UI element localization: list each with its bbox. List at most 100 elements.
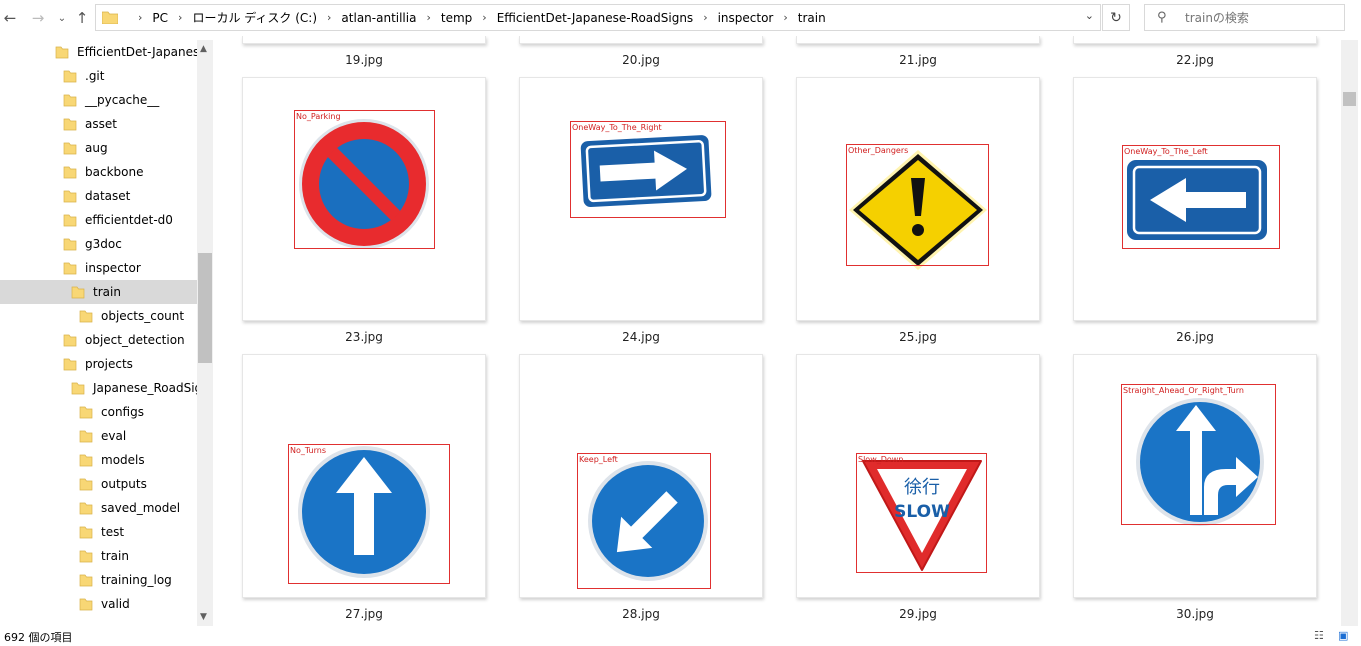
back-button[interactable]: ← [0,8,20,28]
sidebar-item-efficientdet-d0[interactable]: efficientdet-d0 [0,208,197,232]
sidebar-item-train[interactable]: train [0,280,197,304]
sidebar-item-dataset[interactable]: dataset [0,184,197,208]
sidebar-item-label: eval [101,429,127,443]
file-name: 21.jpg [899,53,937,67]
forward-button[interactable]: → [28,8,48,28]
folder-icon [79,550,93,563]
sidebar-item-outputs[interactable]: outputs [0,472,197,496]
file-thumbnail[interactable] [1073,36,1317,44]
file-name: 19.jpg [345,53,383,67]
large-icons-view-icon[interactable]: ▣ [1338,629,1352,642]
bounding-box: Slow_Down [856,453,987,573]
file-thumbnail[interactable] [796,36,1040,44]
file-name: 20.jpg [622,53,660,67]
sidebar-item-saved-model[interactable]: saved_model [0,496,197,520]
file-name: 22.jpg [1176,53,1214,67]
recent-locations-button[interactable]: ⌄ [52,8,72,28]
sidebar-scroll-thumb[interactable] [198,253,212,363]
sidebar-item-git[interactable]: .git [0,64,197,88]
sidebar-item-valid[interactable]: valid [0,592,197,616]
navigation-pane: EfficientDet-Japanese-R .git __pycache__ as… [0,40,213,626]
sidebar-scrollbar[interactable]: ▲ ▼ [197,40,213,626]
file-tile-30[interactable]: Straight_Ahead_Or_Right_Turn [1073,354,1317,598]
bbox-label: Keep_Left [579,455,618,464]
sidebar-item-inspector[interactable]: inspector [0,256,197,280]
address-bar[interactable]: › PC › ローカル ディスク (C:) › atlan-antillia ›… [95,4,1101,31]
sidebar-item-projects[interactable]: projects [0,352,197,376]
file-name: 28.jpg [622,607,660,621]
sidebar-item-train[interactable]: train [0,544,197,568]
breadcrumb-inspector[interactable]: inspector [718,11,774,25]
folder-icon [79,454,93,467]
sidebar-item-backbone[interactable]: backbone [0,160,197,184]
sidebar-item-configs[interactable]: configs [0,400,197,424]
search-input[interactable] [1183,8,1337,28]
up-button[interactable]: ↑ [72,8,92,28]
sidebar-item-label: training_log [101,573,172,587]
sidebar-item-training-log[interactable]: training_log [0,568,197,592]
sidebar-item-label: train [93,285,121,299]
sidebar-item-efficientdet-japanese-r[interactable]: EfficientDet-Japanese-R [0,40,213,64]
file-tile-24[interactable]: OneWay_To_The_Right [519,77,763,321]
arrow-left-icon: ← [3,9,17,27]
file-tile-26[interactable]: OneWay_To_The_Left [1073,77,1317,321]
file-name: 23.jpg [345,330,383,344]
sidebar-item-label: EfficientDet-Japanese-R [77,45,213,59]
refresh-button[interactable]: ↻ [1102,4,1130,31]
sidebar-item-eval[interactable]: eval [0,424,197,448]
sidebar-item-label: inspector [85,261,141,275]
bounding-box: OneWay_To_The_Right [570,121,726,218]
sidebar-item-asset[interactable]: asset [0,112,197,136]
sidebar-item-japanese-roadsigns[interactable]: Japanese_RoadSigns [0,376,213,400]
folder-icon [63,118,77,131]
folder-icon [63,214,77,227]
breadcrumb-local-disk[interactable]: ローカル ディスク (C:) [192,9,317,26]
file-tile-23[interactable]: No_Parking [242,77,486,321]
file-tile-28[interactable]: Keep_Left [519,354,763,598]
address-dropdown-icon[interactable]: ⌄ [1085,9,1094,22]
folder-icon [79,478,93,491]
breadcrumb-atlan-antillia[interactable]: atlan-antillia [341,11,416,25]
sidebar-item-object-detection[interactable]: object_detection [0,328,197,352]
folder-icon [63,190,77,203]
sidebar-item-pycache[interactable]: __pycache__ [0,88,197,112]
folder-icon [63,334,77,347]
sidebar-item-test[interactable]: test [0,520,197,544]
file-thumbnail[interactable] [519,36,763,44]
folder-icon [79,574,93,587]
sidebar-item-label: configs [101,405,144,419]
main-scrollbar[interactable] [1341,40,1358,626]
file-view: 19.jpg 20.jpg 21.jpg 22.jpg No_Parking 2… [213,36,1339,626]
bbox-label: Straight_Ahead_Or_Right_Turn [1123,386,1244,395]
sidebar-item-label: projects [85,357,133,371]
sidebar-item-objects-count[interactable]: objects_count [0,304,197,328]
breadcrumb-separator: › [138,11,143,24]
bounding-box: No_Turns [288,444,450,584]
sidebar-item-label: train [101,549,129,563]
sidebar-item-label: objects_count [101,309,185,323]
main-scroll-thumb[interactable] [1343,92,1356,106]
details-view-icon[interactable]: ☷ [1314,629,1328,642]
scroll-up-icon[interactable]: ▲ [200,44,207,54]
breadcrumb-temp[interactable]: temp [441,11,472,25]
bbox-label: No_Parking [296,112,341,121]
sidebar-item-aug[interactable]: aug [0,136,197,160]
arrow-right-icon: → [31,9,45,27]
sidebar-item-g3doc[interactable]: g3doc [0,232,197,256]
file-tile-27[interactable]: No_Turns [242,354,486,598]
sidebar-item-label: backbone [85,165,144,179]
folder-icon [55,46,69,59]
breadcrumb-pc[interactable]: PC [152,11,168,25]
scroll-down-icon[interactable]: ▼ [200,612,207,622]
file-name: 27.jpg [345,607,383,621]
bbox-label: OneWay_To_The_Right [572,123,662,132]
file-tile-25[interactable]: Other_Dangers [796,77,1040,321]
bbox-label: OneWay_To_The_Left [1124,147,1208,156]
file-thumbnail[interactable] [242,36,486,44]
sidebar-item-models[interactable]: models [0,448,197,472]
search-box[interactable]: ⚲ [1144,4,1345,31]
breadcrumb-train[interactable]: train [798,11,826,25]
breadcrumb-efficientdet[interactable]: EfficientDet-Japanese-RoadSigns [497,11,694,25]
file-tile-29[interactable]: 徐行 SLOW Slow_Down [796,354,1040,598]
bbox-label: Other_Dangers [848,146,909,155]
